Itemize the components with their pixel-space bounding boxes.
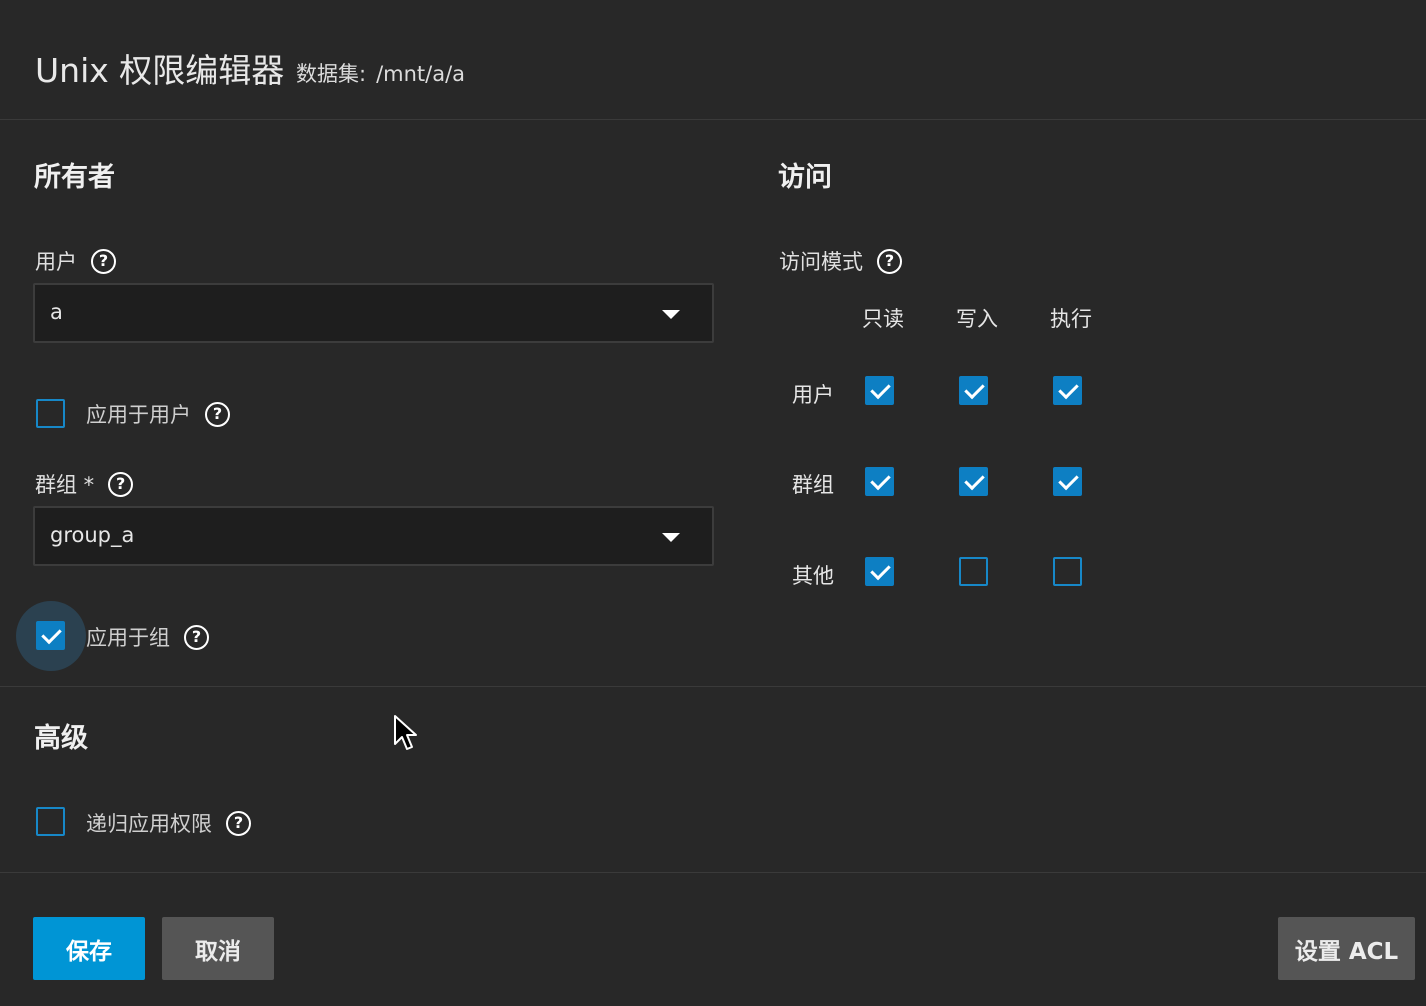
- group-field-label: 群组 * ?: [35, 469, 134, 499]
- perm-group-execute-checkbox[interactable]: [1053, 467, 1082, 496]
- save-button[interactable]: 保存: [33, 917, 145, 980]
- help-icon[interactable]: ?: [877, 248, 902, 274]
- set-acl-button[interactable]: 设置 ACL: [1278, 917, 1415, 980]
- chevron-down-icon: [662, 533, 680, 542]
- perm-other-write-checkbox[interactable]: [959, 557, 988, 586]
- dataset-info: 数据集: /mnt/a/a: [296, 58, 465, 88]
- section-divider: [0, 686, 1426, 687]
- apply-user-label: 应用于用户 ?: [86, 399, 230, 429]
- recursive-label: 递归应用权限 ?: [86, 808, 251, 838]
- user-label-text: 用户: [35, 250, 77, 274]
- cancel-button[interactable]: 取消: [162, 917, 274, 980]
- help-icon[interactable]: ?: [91, 248, 116, 274]
- perm-user-read-checkbox[interactable]: [865, 376, 894, 405]
- apply-group-label-text: 应用于组: [86, 626, 170, 650]
- access-mode-label-text: 访问模式: [779, 250, 863, 274]
- footer-divider: [0, 872, 1426, 873]
- recursive-label-text: 递归应用权限: [86, 812, 212, 836]
- apply-group-label: 应用于组 ?: [86, 622, 209, 652]
- perm-user-execute-checkbox[interactable]: [1053, 376, 1082, 405]
- apply-user-checkbox[interactable]: [36, 399, 65, 428]
- advanced-section-title: 高级: [34, 723, 88, 754]
- dataset-label: 数据集:: [296, 62, 367, 86]
- unix-permissions-editor: Unix 权限编辑器 数据集: /mnt/a/a 所有者 用户 ? a 应用于用户…: [0, 0, 1426, 1006]
- apply-group-checkbox[interactable]: [36, 621, 65, 650]
- group-label-text: 群组 *: [35, 473, 95, 497]
- page-title: Unix 权限编辑器: [35, 51, 285, 90]
- mouse-pointer-icon: [394, 715, 417, 750]
- user-field-label: 用户 ?: [35, 246, 116, 276]
- help-icon[interactable]: ?: [226, 810, 251, 836]
- dialog-header: Unix 权限编辑器 数据集: /mnt/a/a: [0, 0, 1426, 120]
- row-other: 其他: [792, 564, 834, 588]
- apply-user-label-text: 应用于用户: [86, 403, 191, 427]
- column-write: 写入: [956, 307, 998, 331]
- perm-other-read-checkbox[interactable]: [865, 557, 894, 586]
- help-icon[interactable]: ?: [108, 471, 134, 497]
- column-execute: 执行: [1050, 307, 1092, 331]
- perm-other-execute-checkbox[interactable]: [1053, 557, 1082, 586]
- user-select[interactable]: a: [33, 283, 714, 343]
- chevron-down-icon: [662, 310, 680, 319]
- row-group: 群组: [792, 473, 834, 497]
- dataset-path: /mnt/a/a: [376, 62, 466, 86]
- recursive-checkbox[interactable]: [36, 807, 65, 836]
- perm-user-write-checkbox[interactable]: [959, 376, 988, 405]
- perm-group-write-checkbox[interactable]: [959, 467, 988, 496]
- group-select[interactable]: group_a: [33, 506, 714, 566]
- help-icon[interactable]: ?: [205, 401, 230, 427]
- row-user: 用户: [792, 383, 834, 407]
- owner-section-title: 所有者: [34, 162, 115, 193]
- column-read: 只读: [862, 307, 904, 331]
- help-icon[interactable]: ?: [184, 624, 209, 650]
- access-section-title: 访问: [778, 162, 832, 193]
- user-select-value: a: [50, 300, 63, 324]
- group-select-value: group_a: [50, 523, 135, 547]
- access-mode-label: 访问模式 ?: [779, 246, 902, 276]
- perm-group-read-checkbox[interactable]: [865, 467, 894, 496]
